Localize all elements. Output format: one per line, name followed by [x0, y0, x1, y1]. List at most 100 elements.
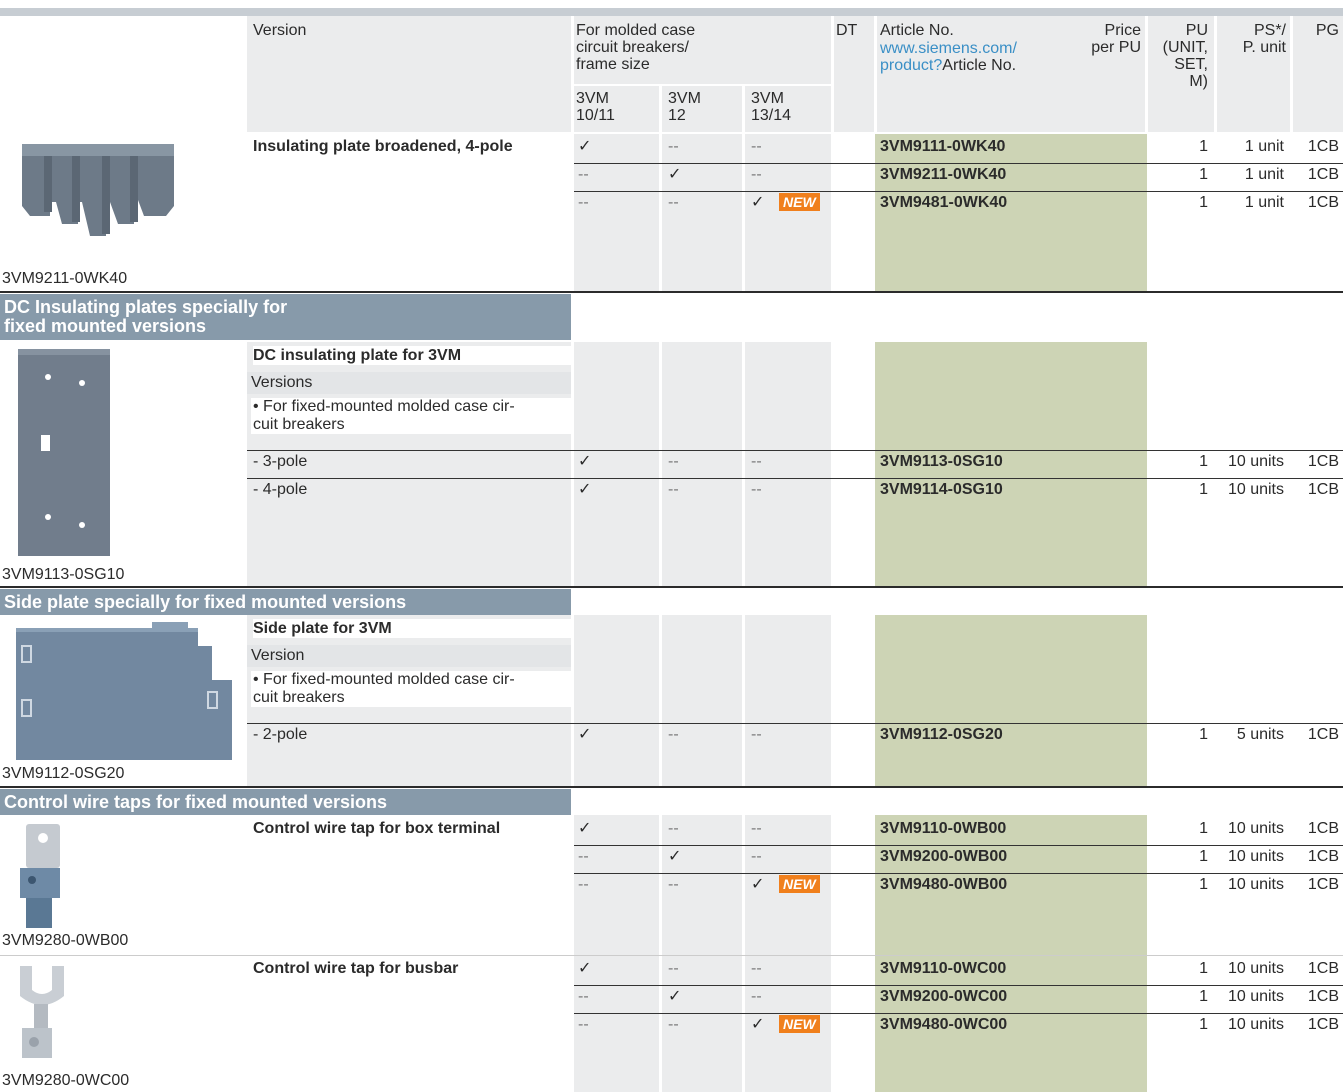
- article-number: 3VM9114-0SG10: [880, 481, 1003, 498]
- frame-13-14-value: --: [751, 138, 762, 155]
- product-title: Insulating plate broadened, 4-pole: [253, 138, 513, 155]
- header-pg: PG: [1315, 22, 1339, 39]
- ps-value: 10 units: [1227, 481, 1284, 498]
- frame-10-11-value: ✓: [578, 726, 592, 743]
- pg-value: 1CB: [1307, 1016, 1339, 1033]
- article-number: 3VM9111-0WK40: [880, 138, 1006, 155]
- frame-10-11-value: ✓: [578, 453, 592, 470]
- frame-12-value: --: [668, 1016, 679, 1033]
- control-wire-tap-busbar-image: [20, 966, 64, 1058]
- pg-value: 1CB: [1307, 988, 1339, 1005]
- row-divider: [574, 191, 1343, 192]
- pu-value: 1: [1199, 1016, 1208, 1033]
- header-frame-10-11: 3VM 10/11: [576, 90, 615, 124]
- header-price: Price per PU: [1091, 22, 1141, 56]
- frame-10-11-value: ✓: [578, 481, 592, 498]
- article-number: 3VM9480-0WC00: [880, 1016, 1008, 1033]
- col-bg: [745, 615, 831, 787]
- frame-13-14-value: --: [751, 166, 762, 183]
- article-number: 3VM9113-0SG10: [880, 453, 1003, 470]
- col-gap: [874, 16, 877, 132]
- frame-12-value: --: [668, 481, 679, 498]
- row-divider: [574, 163, 1343, 164]
- col-bg: [574, 134, 659, 291]
- section-title-side: Side plate specially for fixed mounted v…: [0, 589, 571, 615]
- col-gap: [831, 16, 834, 132]
- article-number: 3VM9480-0WB00: [880, 876, 1008, 893]
- frame-12-value: ✓: [668, 848, 682, 865]
- ps-value: 1 unit: [1244, 194, 1284, 211]
- new-badge: NEW: [779, 193, 820, 211]
- article-number: 3VM9200-0WB00: [880, 848, 1008, 865]
- subhdr-gap: [574, 84, 831, 86]
- ps-value: 10 units: [1227, 848, 1284, 865]
- frame-13-14-value: --: [751, 726, 762, 743]
- ps-value: 10 units: [1227, 988, 1284, 1005]
- section-rule: [0, 786, 1343, 788]
- new-badge: NEW: [779, 1015, 820, 1033]
- frame-13-14-value: --: [751, 960, 762, 977]
- row-divider: [247, 450, 1343, 451]
- frame-12-value: ✓: [668, 988, 682, 1005]
- frame-12-value: --: [668, 453, 679, 470]
- frame-10-11-value: --: [578, 1016, 589, 1033]
- pu-value: 1: [1199, 848, 1208, 865]
- article-bg: [875, 615, 1147, 787]
- pu-value: 1: [1199, 726, 1208, 743]
- pg-value: 1CB: [1307, 453, 1339, 470]
- image-caption: 3VM9280-0WC00: [2, 1072, 130, 1089]
- header-frame-12: 3VM 12: [668, 90, 701, 124]
- row-divider: [574, 1013, 1343, 1014]
- col-gap: [742, 86, 745, 132]
- pu-value: 1: [1199, 960, 1208, 977]
- frame-10-11-value: --: [578, 988, 589, 1005]
- pg-value: 1CB: [1307, 726, 1339, 743]
- pu-value: 1: [1199, 166, 1208, 183]
- versions-label: Version: [247, 645, 571, 667]
- frame-12-value: --: [668, 194, 679, 211]
- article-link[interactable]: www.siemens.com/ product?Article No.: [880, 40, 1017, 74]
- new-badge: NEW: [779, 875, 820, 893]
- pg-value: 1CB: [1307, 848, 1339, 865]
- variant-label: - 4-pole: [253, 481, 308, 498]
- pu-value: 1: [1199, 138, 1208, 155]
- top-bar: [0, 8, 1343, 16]
- frame-10-11-value: --: [578, 166, 589, 183]
- article-number: 3VM9211-0WK40: [880, 166, 1007, 183]
- col-bg: [662, 615, 742, 787]
- product-title: Side plate for 3VM: [253, 619, 571, 638]
- pu-value: 1: [1199, 481, 1208, 498]
- header-frame-13-14: 3VM 13/14: [751, 90, 792, 124]
- pu-value: 1: [1199, 988, 1208, 1005]
- bullet-item: • For fixed-mounted molded case cir- cui…: [251, 398, 571, 434]
- col-gap: [571, 16, 574, 132]
- frame-12-value: --: [668, 726, 679, 743]
- row-divider: [574, 873, 1343, 874]
- article-link-suffix: Article No.: [942, 57, 1017, 74]
- pu-value: 1: [1199, 453, 1208, 470]
- ps-value: 10 units: [1227, 453, 1284, 470]
- frame-13-14-value: ✓: [751, 1016, 765, 1033]
- row-divider: [574, 985, 1343, 986]
- insulating-plate-image: [22, 144, 174, 236]
- side-plate-image: [16, 622, 232, 760]
- header-pu: PU (UNIT, SET, M): [1162, 22, 1208, 90]
- col-bg: [662, 134, 742, 291]
- ps-value: 10 units: [1227, 960, 1284, 977]
- ps-value: 10 units: [1227, 820, 1284, 837]
- article-number: 3VM9112-0SG20: [880, 726, 1003, 743]
- pg-value: 1CB: [1307, 960, 1339, 977]
- article-number: 3VM9110-0WC00: [880, 960, 1007, 977]
- image-caption: 3VM9280-0WB00: [2, 932, 129, 949]
- pu-value: 1: [1199, 876, 1208, 893]
- frame-13-14-value: --: [751, 820, 762, 837]
- frame-10-11-value: --: [578, 848, 589, 865]
- section-rule: [0, 586, 1343, 588]
- frame-13-14-value: ✓: [751, 876, 765, 893]
- frame-12-value: --: [668, 138, 679, 155]
- product-title: Control wire tap for busbar: [253, 960, 459, 977]
- frame-12-value: ✓: [668, 166, 682, 183]
- header-article-no: Article No.: [880, 22, 954, 39]
- pg-value: 1CB: [1307, 820, 1339, 837]
- ps-value: 10 units: [1227, 1016, 1284, 1033]
